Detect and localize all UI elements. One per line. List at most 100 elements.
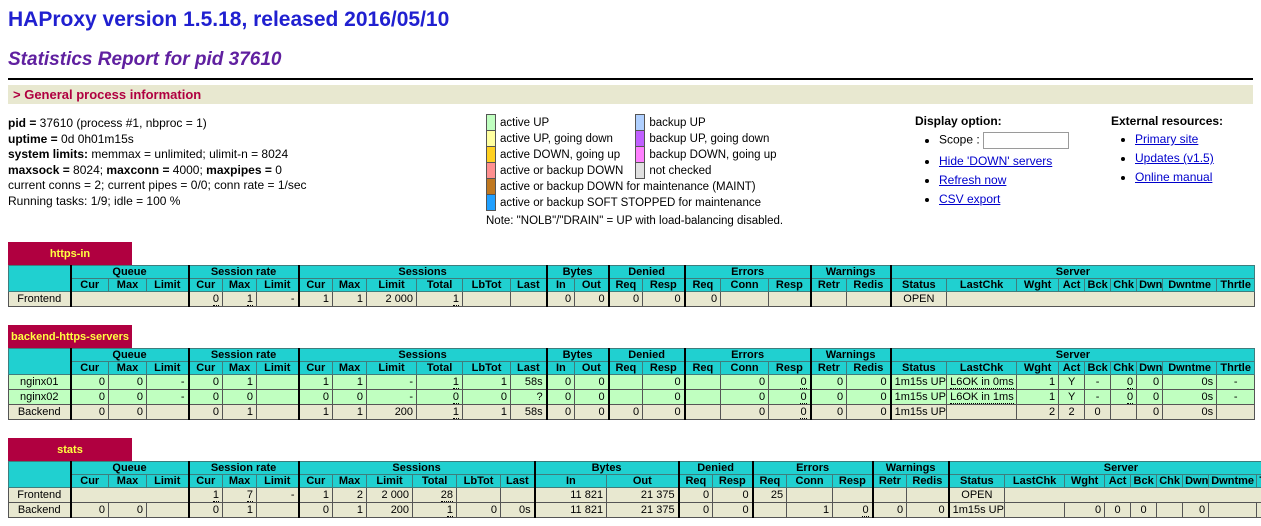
hide-down-servers-link[interactable]: Hide 'DOWN' servers: [939, 154, 1052, 168]
row-name-link[interactable]: Frontend: [9, 292, 71, 307]
legend-table: active UPbackup UPactive UP, going downb…: [486, 114, 789, 211]
scope-input[interactable]: [983, 132, 1069, 149]
col-scur: Cur: [299, 475, 333, 488]
cell-bytes-in: 0: [547, 292, 575, 307]
cell-econ: 0: [721, 375, 769, 390]
cell-rate-limit: [257, 503, 299, 518]
row-name-link[interactable]: Backend: [9, 503, 71, 518]
cell-smax: 1: [333, 375, 367, 390]
col-status: Status: [891, 279, 947, 292]
row-name-link[interactable]: Backend: [9, 405, 71, 420]
row-name-link[interactable]: nginx01: [9, 375, 71, 390]
haproxy-version-link[interactable]: HAProxy version 1.5.18, released 2016/05…: [8, 8, 449, 31]
row-frontend: Frontend17-122 0002811 82121 3750025OPEN: [9, 488, 1261, 503]
col-rate-max: Max: [223, 475, 257, 488]
cell-rate-cur: 1: [189, 488, 223, 503]
col-lastchk: LastChk: [947, 362, 1017, 375]
col-qlimit: Limit: [147, 279, 189, 292]
tooltip-value: 0: [1127, 376, 1133, 389]
legend-swatch: [487, 115, 496, 131]
col-bck: Bck: [1085, 279, 1111, 292]
cell-downtime: 0s: [1163, 375, 1217, 390]
cell-smax: 1: [333, 292, 367, 307]
cell-smax: 1: [333, 503, 367, 518]
primary-site-link[interactable]: Primary site: [1135, 132, 1198, 146]
cell-downtime: 0s: [1163, 405, 1217, 420]
col-act: Act: [1059, 362, 1085, 375]
col-eresp: Resp: [769, 279, 811, 292]
cell-throttle: -: [1217, 375, 1255, 390]
cell-econ: 1: [787, 503, 833, 518]
cell-lbtot: 1: [463, 375, 511, 390]
cell-chkdown: 0: [1183, 503, 1209, 518]
col-smax: Max: [333, 362, 367, 375]
col-group-warnings: Warnings: [811, 266, 891, 279]
section-heading: > General process information: [8, 85, 1253, 104]
col-group-bytes: Bytes: [535, 462, 679, 475]
cell-eresp: 0: [769, 405, 811, 420]
updates-v1-5-link[interactable]: Updates (v1.5): [1135, 151, 1214, 165]
tooltip-value: 1: [453, 406, 459, 419]
cell-qmax: 0: [109, 390, 147, 405]
cell-weight: 2: [1017, 405, 1059, 420]
csv-export-link[interactable]: CSV export: [939, 192, 1000, 206]
proxy-tables: https-in QueueSession rateSessionsBytesDe…: [8, 242, 1253, 518]
process-info-line: Running tasks: 1/9; idle = 100 %: [8, 194, 486, 210]
cell-slim: 2 000: [367, 292, 417, 307]
cell-dresp: 0: [713, 488, 753, 503]
column-header-row: CurMaxLimitCurMaxLimitCurMaxLimitTotalLb…: [9, 279, 1255, 292]
cell-dreq: 0: [609, 292, 643, 307]
col-group-errors: Errors: [753, 462, 873, 475]
cell-lastchk: [1005, 503, 1065, 518]
tooltip-value: 0: [213, 293, 219, 306]
cell-status: 1m15s UP: [949, 503, 1005, 518]
cell-bytes-out: 21 375: [607, 503, 679, 518]
col-scur: Cur: [299, 362, 333, 375]
legend-swatch: [636, 147, 645, 163]
col-group-sessions: Sessions: [299, 462, 535, 475]
cell-wredis: [847, 292, 891, 307]
row-name-link[interactable]: nginx02: [9, 390, 71, 405]
cell-rate-cur: 0: [189, 390, 223, 405]
proxy-name-link[interactable]: https-in: [50, 248, 90, 260]
legend-swatch: [636, 163, 645, 179]
cell-econ: [721, 292, 769, 307]
cell-bytes-in: 11 821: [535, 488, 607, 503]
info-section: pid = 37610 (process #1, nbproc = 1)upti…: [8, 104, 1253, 237]
refresh-now-link[interactable]: Refresh now: [939, 173, 1006, 187]
cell-wredis: 0: [847, 375, 891, 390]
cell-scur: 1: [299, 375, 333, 390]
cell-lastchk: L6OK in 1ms: [947, 390, 1017, 405]
col-smax: Max: [333, 279, 367, 292]
corner-cell: [9, 462, 71, 488]
col-last: Last: [501, 475, 535, 488]
cell-dresp: 0: [643, 405, 685, 420]
proxy-name-link[interactable]: stats: [57, 444, 83, 456]
cell-last: [511, 292, 547, 307]
row-name-link[interactable]: Frontend: [9, 488, 71, 503]
display-options: Display option: Scope :Hide 'DOWN' serve…: [915, 112, 1111, 211]
cell-rate-cur: 0: [189, 292, 223, 307]
cell-dreq: [609, 390, 643, 405]
external-resources: External resources: Primary siteUpdates …: [1111, 112, 1253, 189]
col-group-warnings: Warnings: [811, 349, 891, 362]
col-ereq: Req: [685, 362, 721, 375]
cell-lbtot: 1: [463, 405, 511, 420]
proxy-backend-https-servers: backend-https-serversQueueSession rateSe…: [8, 325, 1253, 420]
col-bytes-in: In: [547, 362, 575, 375]
column-group-header-row: QueueSession rateSessionsBytesDeniedErro…: [9, 266, 1255, 279]
online-manual-link[interactable]: Online manual: [1135, 170, 1212, 184]
cell-bck: -: [1085, 375, 1111, 390]
proxy-stats: statsQueueSession rateSessionsBytesDenie…: [8, 438, 1253, 518]
proxy-name-link[interactable]: backend-https-servers: [11, 331, 129, 343]
cell-bytes-in: 0: [547, 375, 575, 390]
cell-smax: 0: [333, 390, 367, 405]
cell-eresp: 0: [769, 375, 811, 390]
cell-smax: 2: [333, 488, 367, 503]
tooltip-value: 1: [453, 376, 459, 389]
col-rate-cur: Cur: [189, 475, 223, 488]
col-group-errors: Errors: [685, 266, 811, 279]
col-group-session-rate: Session rate: [189, 462, 299, 475]
legend-label: active or backup DOWN: [496, 163, 636, 179]
col-rate-cur: Cur: [189, 362, 223, 375]
